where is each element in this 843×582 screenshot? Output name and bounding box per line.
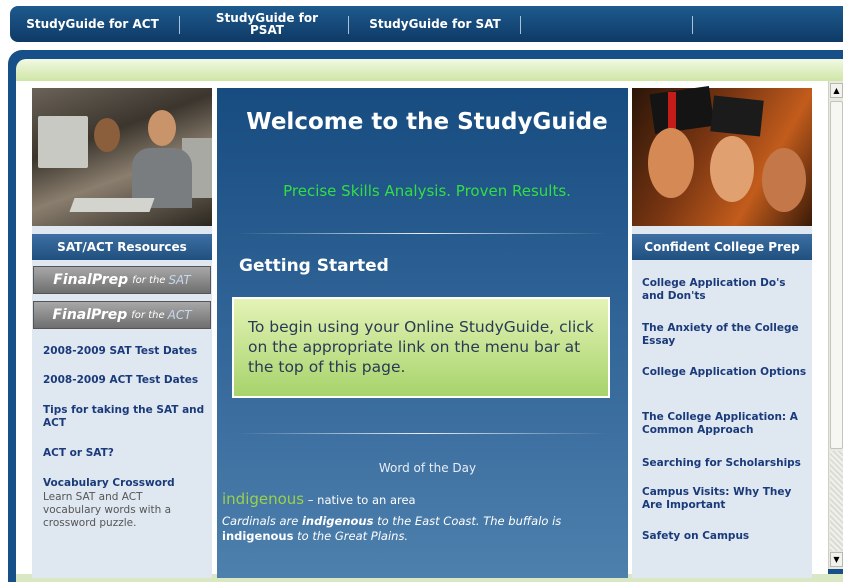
sat-test-dates-link[interactable]: 2008-2009 SAT Test Dates [43, 345, 208, 358]
scroll-up-arrow-icon[interactable]: ▲ [830, 83, 843, 98]
finalprep-exam: ACT [167, 308, 192, 322]
instructions-box: To begin using your Online StudyGuide, c… [232, 297, 610, 398]
graduates-photo [632, 86, 812, 226]
word-of-day-definition: – native to an area [304, 493, 416, 507]
finalprep-act-button[interactable]: FinalPrep for the ACT [33, 301, 211, 329]
green-header-bar [16, 59, 843, 81]
college-essay-anxiety-link[interactable]: The Anxiety of the College Essay [642, 322, 807, 348]
nav-studyguide-sat[interactable]: StudyGuide for SAT [355, 6, 515, 42]
divider [237, 433, 607, 434]
vertical-scrollbar[interactable]: ▲ ▼ [828, 81, 843, 569]
finalprep-brand: FinalPrep [52, 307, 128, 323]
example-part: Cardinals are [222, 514, 302, 528]
finalprep-for: for the [131, 309, 165, 321]
scroll-track[interactable] [830, 451, 843, 551]
test-tips-link[interactable]: Tips for taking the SAT and ACT [43, 404, 208, 430]
finalprep-for: for the [132, 274, 166, 286]
finalprep-brand: FinalPrep [53, 272, 129, 288]
sat-act-resources-header: SAT/ACT Resources [32, 234, 212, 260]
campus-visits-link[interactable]: Campus Visits: Why They Are Important [642, 486, 807, 512]
example-word: indigenous [222, 529, 294, 543]
getting-started-heading: Getting Started [239, 256, 389, 276]
nav-separator [348, 16, 349, 34]
example-part: to the Great Plains. [293, 529, 409, 543]
nav-separator [692, 16, 693, 34]
nav-studyguide-act[interactable]: StudyGuide for ACT [10, 6, 175, 42]
common-application-link[interactable]: The College Application: A Common Approa… [642, 411, 807, 437]
nav-separator [520, 16, 521, 34]
campus-safety-link[interactable]: Safety on Campus [642, 530, 807, 543]
example-part: to the East Coast. The buffalo is [373, 514, 562, 528]
nav-separator [179, 16, 180, 34]
college-app-options-link[interactable]: College Application Options [642, 366, 807, 379]
college-prep-header: Confident College Prep [632, 234, 812, 260]
scholarships-link[interactable]: Searching for Scholarships [642, 457, 807, 470]
word-of-day-word: indigenous [222, 490, 305, 508]
word-of-day-title: Word of the Day [378, 461, 477, 475]
instructions-text: To begin using your Online StudyGuide, c… [248, 318, 594, 376]
scroll-thumb[interactable] [830, 101, 843, 449]
scroll-down-arrow-icon[interactable]: ▼ [830, 552, 843, 567]
top-nav-bar: StudyGuide for ACT StudyGuide for PSAT S… [10, 6, 843, 42]
word-of-day-entry: indigenous – native to an area [222, 490, 622, 508]
tagline: Precise Skills Analysis. Proven Results. [283, 182, 571, 200]
welcome-heading: Welcome to the StudyGuide [246, 109, 608, 135]
students-at-computer-photo [32, 88, 212, 226]
finalprep-sat-button[interactable]: FinalPrep for the SAT [33, 266, 211, 294]
act-test-dates-link[interactable]: 2008-2009 ACT Test Dates [43, 374, 208, 387]
college-app-dos-donts-link[interactable]: College Application Do's and Don'ts [642, 277, 807, 303]
divider [237, 233, 607, 234]
example-word: indigenous [301, 514, 374, 528]
word-of-day-example: Cardinals are indigenous to the East Coa… [222, 514, 622, 544]
vocabulary-crossword-link[interactable]: Vocabulary Crossword [43, 477, 208, 490]
crossword-description: Learn SAT and ACT vocabulary words with … [43, 491, 172, 529]
act-or-sat-link[interactable]: ACT or SAT? [43, 447, 208, 460]
nav-studyguide-psat[interactable]: StudyGuide for PSAT [192, 6, 342, 42]
finalprep-exam: SAT [168, 273, 191, 287]
